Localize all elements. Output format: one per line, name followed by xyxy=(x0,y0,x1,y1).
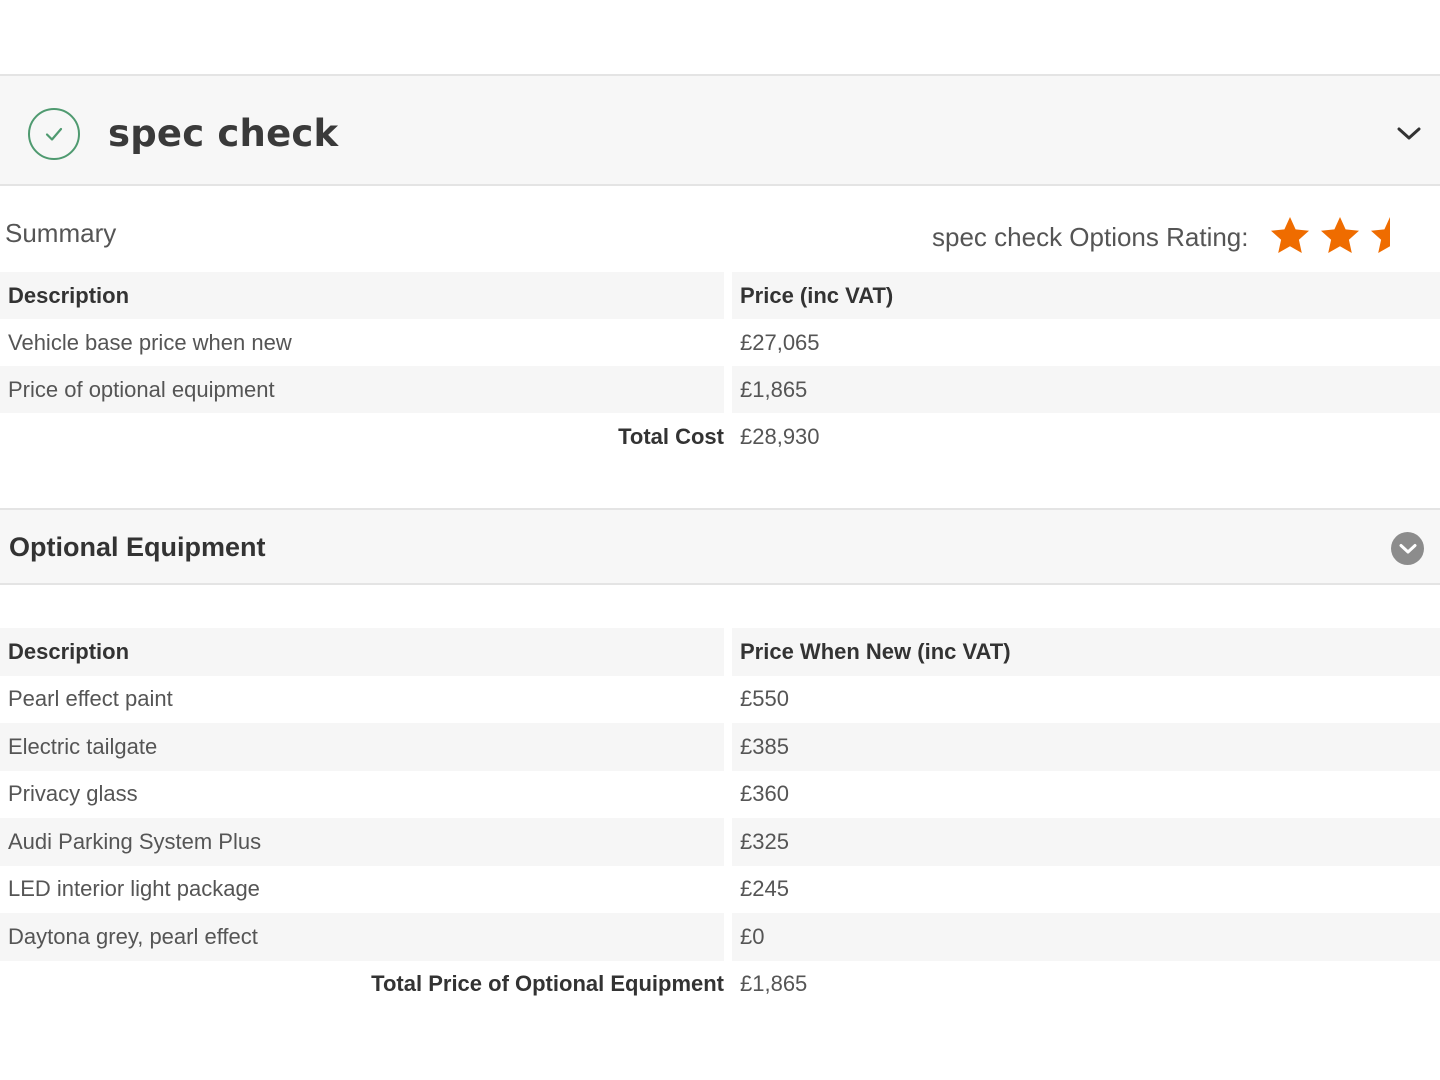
table-row: Pearl effect paint £550 xyxy=(0,675,1440,723)
table-row: Price of optional equipment £1,865 xyxy=(0,366,1440,413)
row-price: £245 xyxy=(724,865,1440,913)
row-price: £385 xyxy=(724,723,1440,771)
column-header-description: Description xyxy=(0,628,724,676)
star-full-icon xyxy=(1321,217,1359,253)
chevron-down-circle-icon[interactable] xyxy=(1391,532,1424,565)
row-description: Vehicle base price when new xyxy=(8,329,292,355)
optional-equipment-title: Optional Equipment xyxy=(9,532,266,562)
row-description: Audi Parking System Plus xyxy=(0,818,724,866)
row-description: Electric tailgate xyxy=(0,723,724,771)
row-price: £325 xyxy=(724,818,1440,866)
row-price: £27,065 xyxy=(724,319,1440,366)
spec-check-title: spec check xyxy=(108,112,339,155)
check-circle-icon xyxy=(28,108,80,160)
table-row: Privacy glass £360 xyxy=(0,770,1440,818)
star-full-icon xyxy=(1271,217,1309,253)
total-row: Total Cost £28,930 xyxy=(0,413,1440,460)
summary-table: Description Price (inc VAT) Vehicle base… xyxy=(0,272,1440,460)
row-description: Daytona grey, pearl effect xyxy=(0,913,724,961)
row-description: LED interior light package xyxy=(8,876,260,902)
row-price: £0 xyxy=(724,913,1440,961)
table-row: Electric tailgate £385 xyxy=(0,723,1440,771)
optional-equipment-table: Description Price When New (inc VAT) Pea… xyxy=(0,628,1440,1008)
options-rating-stars xyxy=(1268,214,1412,258)
table-header-row: Description Price (inc VAT) xyxy=(0,272,1440,319)
column-header-price: Price (inc VAT) xyxy=(724,272,1440,319)
optional-equipment-header[interactable]: Optional Equipment xyxy=(0,508,1440,585)
row-description: Pearl effect paint xyxy=(8,686,173,712)
table-row: Audi Parking System Plus £325 xyxy=(0,818,1440,866)
total-optional-value: £1,865 xyxy=(724,960,1440,1008)
table-row: LED interior light package £245 xyxy=(0,865,1440,913)
column-header-price-when-new: Price When New (inc VAT) xyxy=(724,628,1440,676)
star-half-icon xyxy=(1371,217,1390,253)
options-rating-label: spec check Options Rating: xyxy=(932,222,1249,252)
total-optional-label: Total Price of Optional Equipment xyxy=(0,960,724,1008)
summary-heading: Summary xyxy=(5,218,117,248)
row-price: £360 xyxy=(724,770,1440,818)
row-price: £550 xyxy=(724,675,1440,723)
table-row: Daytona grey, pearl effect £0 xyxy=(0,913,1440,961)
table-row: Vehicle base price when new £27,065 xyxy=(0,319,1440,366)
row-description: Price of optional equipment xyxy=(0,366,724,413)
column-header-description: Description xyxy=(0,272,724,319)
total-row: Total Price of Optional Equipment £1,865 xyxy=(0,960,1440,1008)
spec-check-header[interactable]: spec check xyxy=(0,74,1440,186)
total-cost-value: £28,930 xyxy=(724,413,1440,460)
row-description: Privacy glass xyxy=(8,781,138,807)
total-cost-label: Total Cost xyxy=(0,413,724,460)
row-price: £1,865 xyxy=(724,366,1440,413)
table-header-row: Description Price When New (inc VAT) xyxy=(0,628,1440,676)
chevron-down-icon[interactable] xyxy=(1392,120,1426,148)
